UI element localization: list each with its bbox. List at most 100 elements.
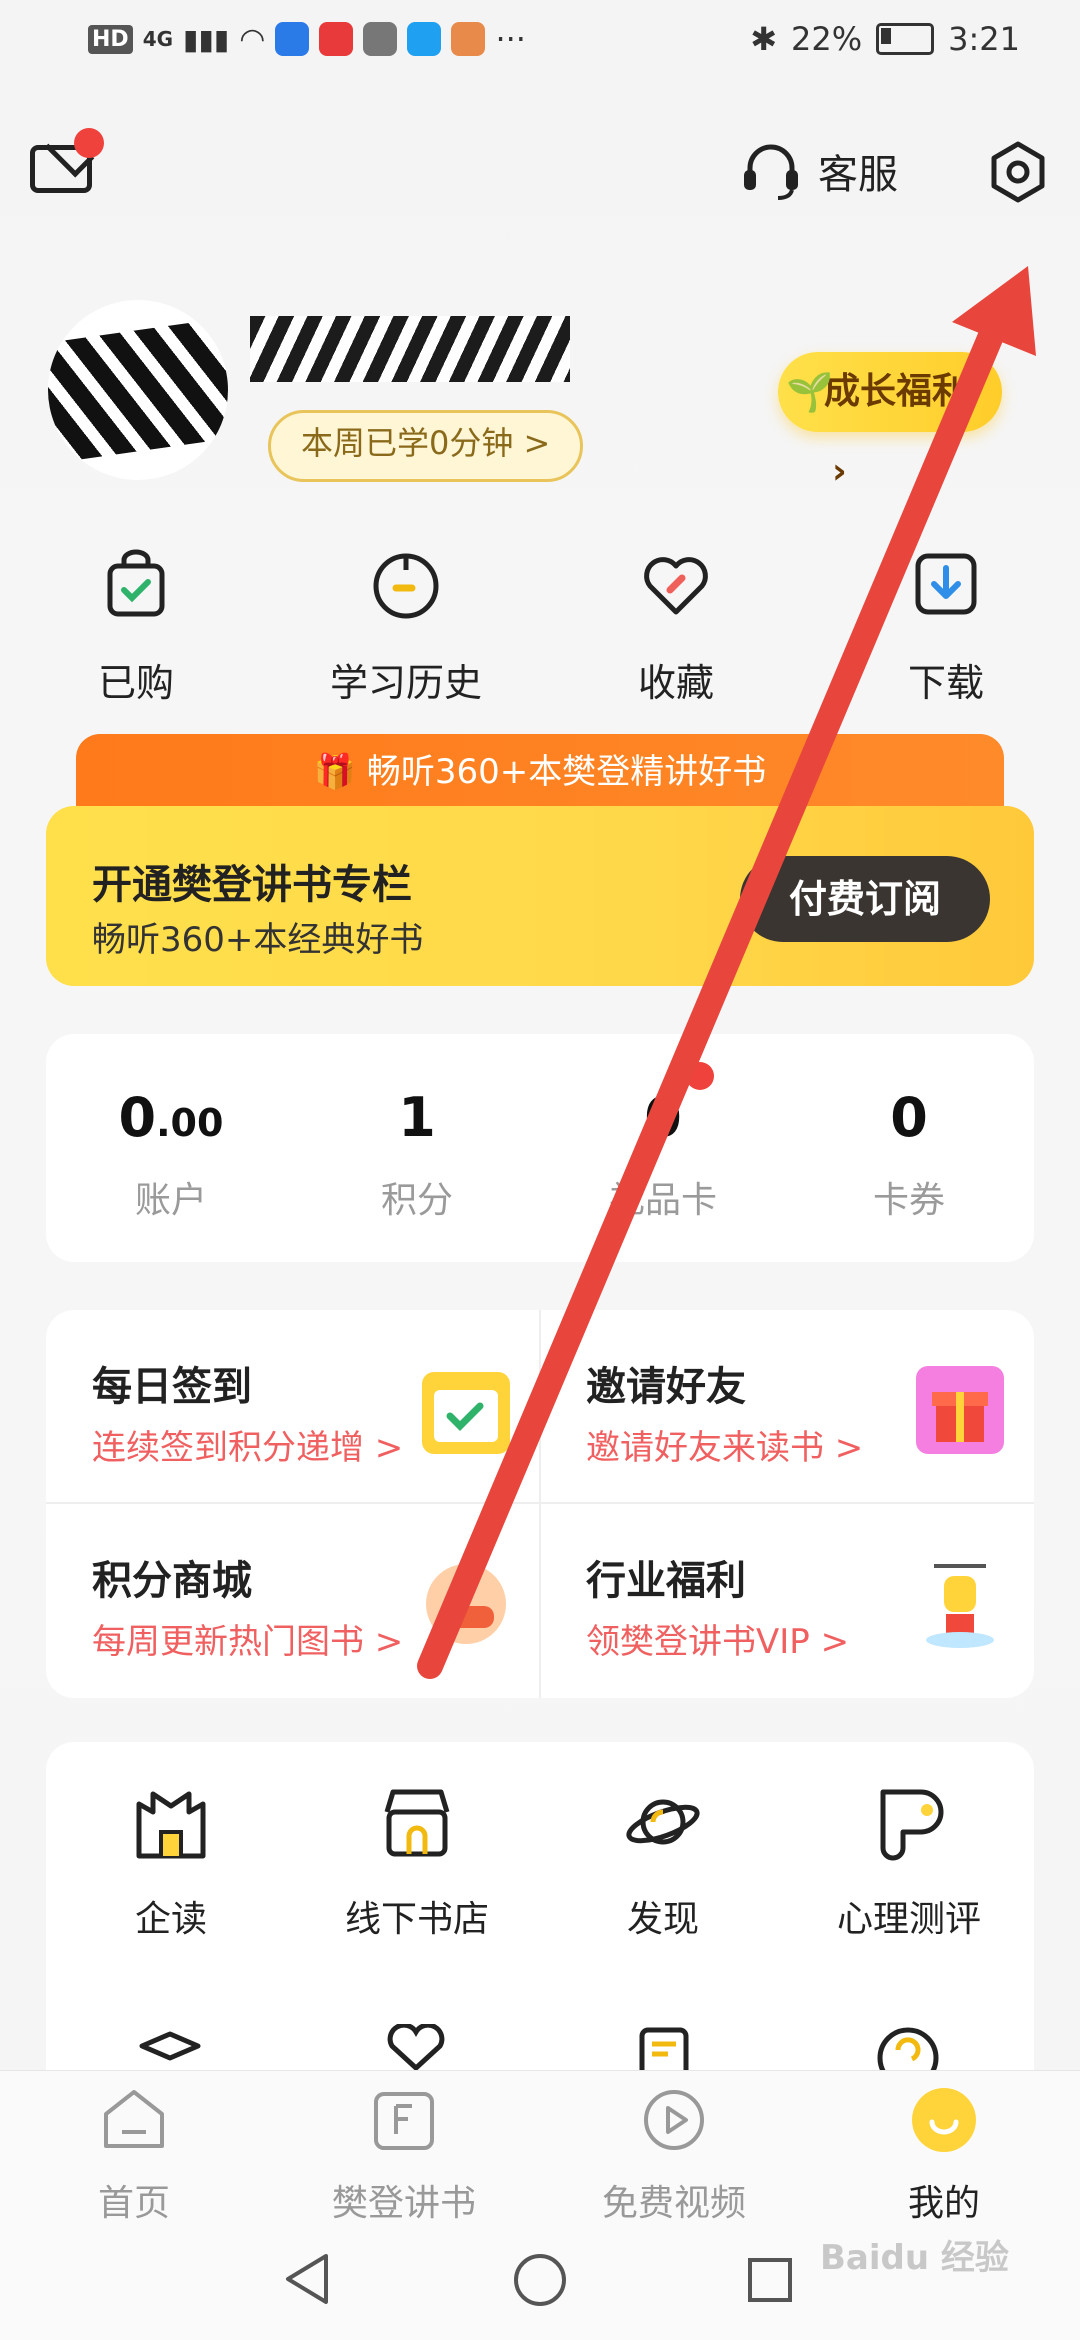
settings-icon[interactable]	[986, 140, 1050, 204]
more-notifications-icon: ···	[495, 20, 526, 58]
status-bar: HD 4G ▮▮▮ ◠ ··· ✱ 22% 3:21	[0, 0, 1080, 82]
service-label: 心理测评	[836, 1899, 981, 1940]
quick-history[interactable]: 学习历史	[306, 548, 506, 707]
app-notify-icon	[275, 22, 310, 56]
gift-card-unread-dot	[686, 1062, 714, 1090]
customer-service-label: 客服	[818, 152, 898, 198]
weekly-study-time[interactable]: 本周已学0分钟 >	[268, 410, 584, 482]
storefront-icon	[384, 1789, 450, 1857]
stat-value: 1	[398, 1086, 436, 1149]
book-f-icon	[374, 2092, 434, 2150]
battery-percent: 22%	[791, 20, 863, 58]
home-icon	[104, 2090, 164, 2148]
service-label: 发现	[626, 1899, 699, 1940]
graduation-cap-icon[interactable]	[138, 2028, 202, 2072]
service-discover[interactable]: 发现	[538, 1782, 788, 1942]
quick-favorites[interactable]: 收藏	[576, 548, 776, 707]
service-label: 线下书店	[344, 1899, 489, 1940]
subscription-card[interactable]: 开通樊登讲书专栏 畅听360+本经典好书 付费订阅	[46, 806, 1034, 986]
subscription-subtitle: 畅听360+本经典好书	[92, 920, 424, 960]
stat-value: 0	[644, 1086, 682, 1149]
task-industry-benefits[interactable]: 行业福利 领樊登讲书VIP >	[540, 1504, 1036, 1698]
service-enterprise-read[interactable]: 企读	[46, 1782, 296, 1942]
stat-label: 积分	[380, 1180, 453, 1221]
planet-icon	[626, 1799, 700, 1845]
service-offline-store[interactable]: 线下书店	[292, 1782, 542, 1942]
task-subtitle: 连续签到积分递增 >	[92, 1428, 404, 1468]
battery-icon	[876, 23, 935, 55]
stat-label: 礼品卡	[608, 1180, 717, 1221]
smile-face-icon	[912, 2088, 976, 2152]
nav-mine[interactable]: 我的	[844, 2086, 1044, 2226]
recents-icon[interactable]	[746, 2256, 794, 2304]
task-subtitle: 邀请好友来读书 >	[586, 1428, 864, 1468]
service-psych-test[interactable]: 心理测评	[784, 1782, 1034, 1942]
stat-account[interactable]: 0.00 账户	[56, 1086, 286, 1223]
sprout-icon: 🌱	[786, 370, 834, 414]
stat-points[interactable]: 1 积分	[302, 1086, 532, 1223]
enterprise-icon	[136, 1791, 206, 1859]
nav-home[interactable]: 首页	[34, 2086, 234, 2226]
heart-hands-icon[interactable]	[384, 2024, 448, 2072]
bluetooth-icon: ✱	[750, 20, 778, 58]
task-title: 每日签到	[92, 1364, 252, 1410]
growth-benefit-button[interactable]: 🌱 成长福利 ›	[778, 352, 1002, 492]
stat-label: 卡券	[872, 1180, 945, 1221]
nav-fandeng-books[interactable]: 樊登讲书	[304, 2086, 504, 2226]
task-title: 积分商城	[92, 1558, 252, 1604]
nav-free-video[interactable]: 免费视频	[574, 2086, 774, 2226]
username-redacted	[250, 316, 570, 382]
clock-icon	[373, 553, 439, 619]
quick-purchased[interactable]: 已购	[36, 548, 236, 707]
task-title: 邀请好友	[586, 1364, 746, 1410]
network-label: 4G	[142, 27, 174, 51]
app-notify-icon	[319, 22, 354, 56]
service-label: 企读	[134, 1899, 207, 1940]
app-notify-icon	[451, 22, 486, 56]
task-invite-friends[interactable]: 邀请好友 邀请好友来读书 >	[540, 1310, 1036, 1504]
quick-label: 学习历史	[329, 661, 482, 705]
helicopter-gift-icon	[926, 1564, 994, 1648]
hd-badge: HD	[88, 24, 133, 54]
document-icon[interactable]	[632, 2026, 696, 2072]
task-subtitle: 领樊登讲书VIP >	[586, 1622, 850, 1662]
gift-icon: 🎁	[313, 752, 357, 792]
quick-label: 收藏	[637, 661, 714, 705]
gift-box-icon	[916, 1366, 1004, 1454]
task-title: 行业福利	[586, 1558, 746, 1604]
avatar[interactable]	[48, 300, 228, 480]
clock-time: 3:21	[948, 20, 1020, 58]
task-subtitle: 每周更新热门图书 >	[92, 1622, 404, 1662]
home-circle-icon[interactable]	[512, 2252, 568, 2308]
task-daily-checkin[interactable]: 每日签到 连续签到积分递增 >	[46, 1310, 542, 1504]
app-notify-icon	[407, 22, 442, 56]
nav-label: 我的	[907, 2183, 980, 2224]
bag-check-icon	[107, 549, 165, 617]
download-icon	[915, 553, 977, 615]
hot-books-icon	[426, 1564, 506, 1644]
customer-service-button[interactable]: 客服	[740, 140, 898, 202]
app-notify-icon	[363, 22, 398, 56]
unread-dot	[74, 128, 104, 158]
nav-label: 首页	[97, 2183, 170, 2224]
quick-downloads[interactable]: 下载	[846, 548, 1046, 707]
back-icon[interactable]	[282, 2252, 332, 2306]
heart-icon	[644, 557, 708, 615]
stat-gift-card[interactable]: 0 礼品卡	[548, 1086, 778, 1223]
stat-value: 0	[118, 1086, 157, 1149]
nav-label: 免费视频	[601, 2183, 746, 2224]
nav-label: 樊登讲书	[331, 2183, 476, 2224]
calendar-check-icon	[422, 1372, 510, 1454]
chevron-right-icon: ›	[832, 451, 847, 492]
stat-value-decimal: .00	[156, 1101, 224, 1145]
subscribe-button[interactable]: 付费订阅	[740, 856, 990, 942]
signal-icon: ▮▮▮	[183, 22, 230, 56]
play-circle-icon	[644, 2090, 704, 2150]
psych-test-icon	[880, 1789, 944, 1861]
promo-banner-text: 畅听360+本樊登精讲好书	[366, 752, 767, 792]
stat-coupons[interactable]: 0 卡券	[794, 1086, 1024, 1223]
task-points-mall[interactable]: 积分商城 每周更新热门图书 >	[46, 1504, 542, 1698]
baidu-watermark: Baidu 经验	[820, 2238, 1009, 2278]
question-icon[interactable]	[874, 2024, 942, 2072]
wifi-icon: ◠	[239, 21, 266, 57]
